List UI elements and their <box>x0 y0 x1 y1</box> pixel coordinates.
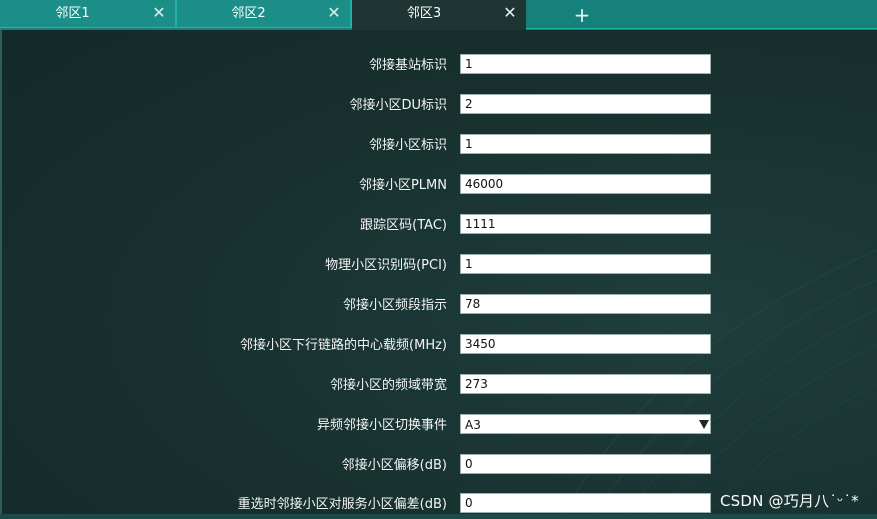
chevron-down-icon[interactable] <box>699 420 709 429</box>
bandwidth-input[interactable] <box>460 374 711 394</box>
form-row-handover-event: 异频邻接小区切换事件 A3 <box>0 414 877 438</box>
field-label: 跟踪区码(TAC) <box>360 218 447 233</box>
form-row-band-indicator: 邻接小区频段指示 <box>0 294 877 318</box>
form-row-cell-offset: 邻接小区偏移(dB) <box>0 454 877 478</box>
tab-label: 邻区2 <box>231 6 266 21</box>
neighbor-plmn-input[interactable] <box>460 174 711 194</box>
field-label: 物理小区识别码(PCI) <box>325 258 447 273</box>
neighbor-du-id-input[interactable] <box>460 94 711 114</box>
close-icon[interactable]: ✕ <box>151 5 167 21</box>
field-label: 异频邻接小区切换事件 <box>316 418 447 433</box>
handover-event-select[interactable]: A3 <box>460 414 711 434</box>
neighbor-gnb-id-input[interactable] <box>460 54 711 74</box>
field-label: 邻接小区下行链路的中心载频(MHz) <box>240 338 447 353</box>
tab-bar: 邻区1 ✕ 邻区2 ✕ 邻区3 ✕ + <box>0 0 877 30</box>
dl-center-freq-input[interactable] <box>460 334 711 354</box>
cell-offset-input[interactable] <box>460 454 711 474</box>
form-row-bandwidth: 邻接小区的频域带宽 <box>0 374 877 398</box>
tab-neighbor-2[interactable]: 邻区2 ✕ <box>177 0 352 28</box>
selected-value: A3 <box>465 418 481 432</box>
bottom-border <box>0 514 877 519</box>
close-icon[interactable]: ✕ <box>502 5 518 21</box>
form-row-neighbor-cell-id: 邻接小区标识 <box>0 134 877 158</box>
form-row-pci: 物理小区识别码(PCI) <box>0 254 877 278</box>
close-icon[interactable]: ✕ <box>326 5 342 21</box>
tab-neighbor-3[interactable]: 邻区3 ✕ <box>352 0 526 30</box>
field-label: 邻接小区PLMN <box>358 178 447 193</box>
app-window: 邻区1 ✕ 邻区2 ✕ 邻区3 ✕ + 邻接基站标识 邻接小区DU标识 邻接小区… <box>0 0 877 519</box>
form-row-neighbor-plmn: 邻接小区PLMN <box>0 174 877 198</box>
form-row-neighbor-du-id: 邻接小区DU标识 <box>0 94 877 118</box>
band-indicator-input[interactable] <box>460 294 711 314</box>
form-row-neighbor-gnb-id: 邻接基站标识 <box>0 54 877 78</box>
field-label: 邻接小区标识 <box>368 138 447 153</box>
field-label: 邻接小区偏移(dB) <box>341 458 447 473</box>
form-row-tac: 跟踪区码(TAC) <box>0 214 877 238</box>
reselection-offset-input[interactable] <box>460 493 711 513</box>
neighbor-cell-id-input[interactable] <box>460 134 711 154</box>
form-row-dl-center-freq: 邻接小区下行链路的中心载频(MHz) <box>0 334 877 358</box>
pci-input[interactable] <box>460 254 711 274</box>
field-label: 邻接基站标识 <box>368 58 447 73</box>
plus-icon[interactable]: + <box>570 4 594 26</box>
tac-input[interactable] <box>460 214 711 234</box>
tab-label: 邻区1 <box>55 6 90 21</box>
field-label: 邻接小区频段指示 <box>342 298 447 313</box>
field-label: 重选时邻接小区对服务小区偏差(dB) <box>237 497 447 512</box>
tab-neighbor-1[interactable]: 邻区1 ✕ <box>0 0 177 28</box>
field-label: 邻接小区的频域带宽 <box>329 378 447 393</box>
tab-label: 邻区3 <box>406 6 442 21</box>
watermark-text: CSDN @巧月八˙ᵕ˙* <box>720 492 859 510</box>
field-label: 邻接小区DU标识 <box>349 98 447 113</box>
